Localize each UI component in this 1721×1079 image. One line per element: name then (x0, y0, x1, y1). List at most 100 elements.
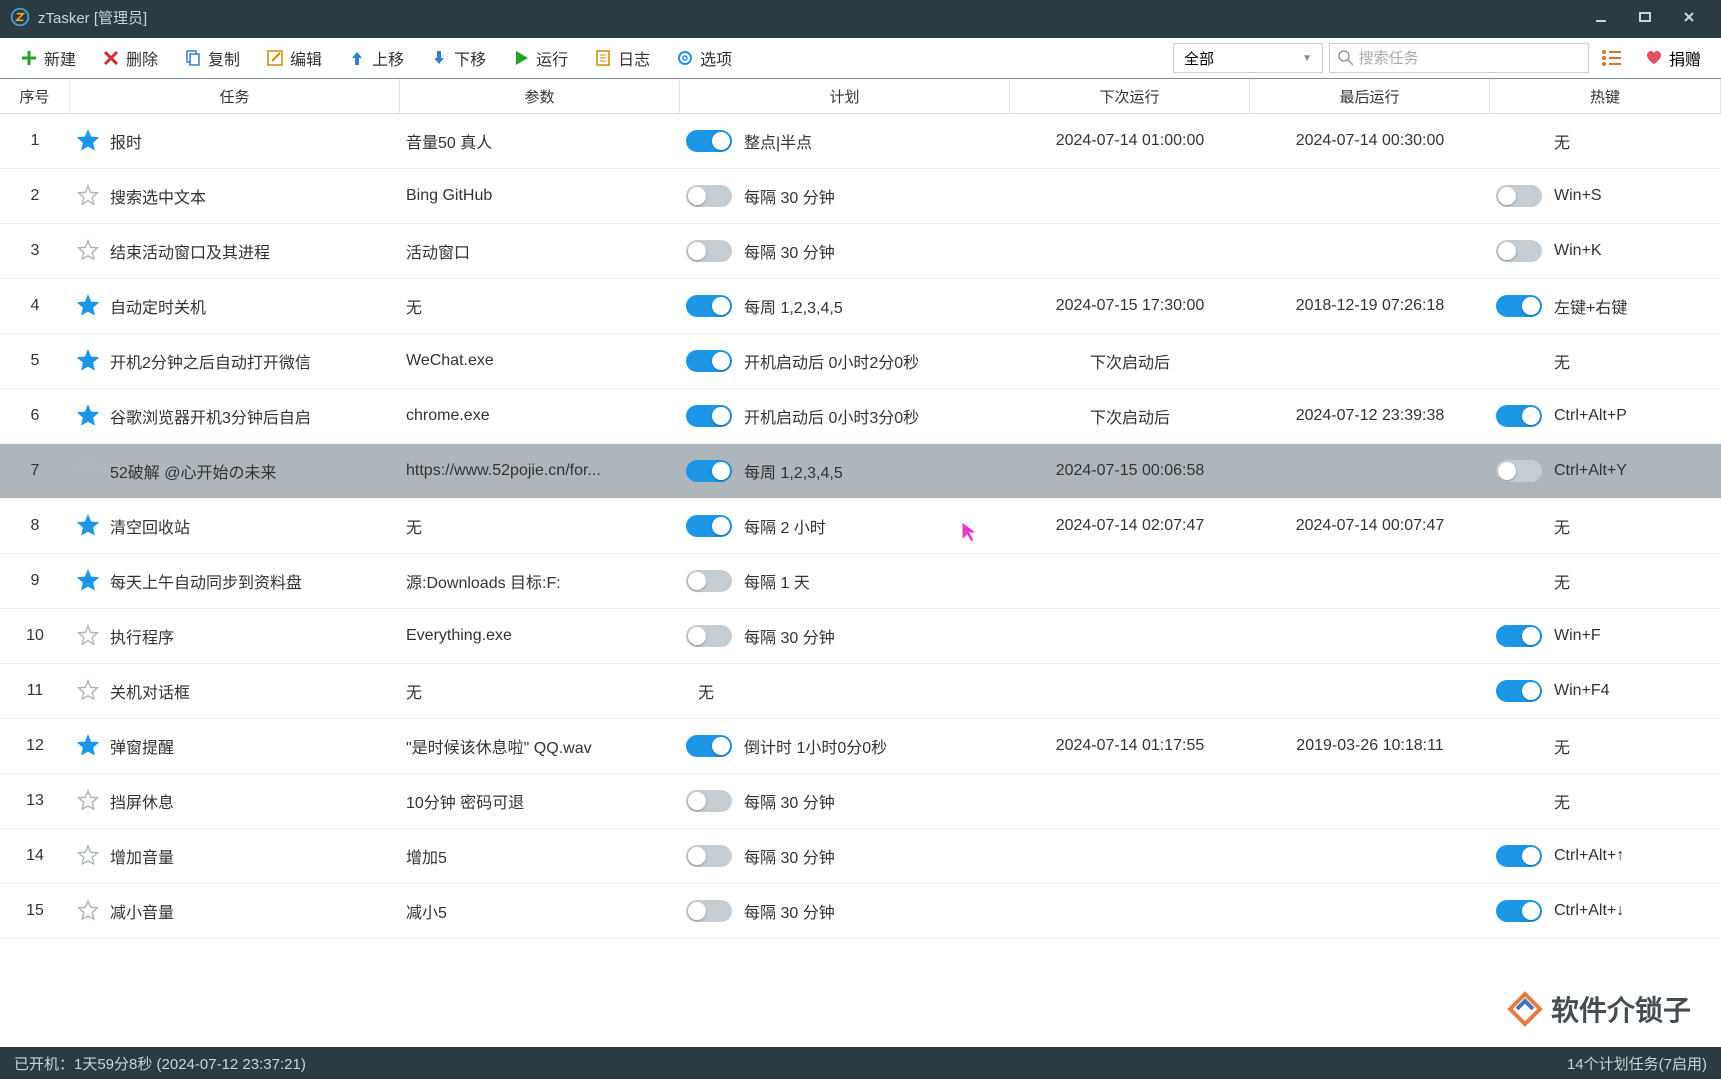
table-row[interactable]: 2搜索选中文本Bing GitHub每隔 30 分钟Win+S (0, 169, 1721, 224)
toggle-switch[interactable] (686, 350, 732, 372)
task-name: 每天上午自动同步到资料盘 (110, 569, 302, 593)
star-icon[interactable] (76, 514, 100, 538)
toggle-switch[interactable] (1496, 845, 1542, 867)
next-run (1010, 609, 1250, 663)
toggle-switch[interactable] (686, 405, 732, 427)
star-icon[interactable] (76, 734, 100, 758)
plan-text: 整点|半点 (744, 129, 812, 153)
table-row[interactable]: 3结束活动窗口及其进程活动窗口每隔 30 分钟Win+K (0, 224, 1721, 279)
copy-button[interactable]: 复制 (174, 42, 250, 74)
row-index: 10 (0, 609, 70, 663)
table-row[interactable]: 752破解 @心开始の未来https://www.52pojie.cn/for.… (0, 444, 1721, 499)
options-button[interactable]: 选项 (666, 42, 742, 74)
movedown-button[interactable]: 下移 (420, 42, 496, 74)
star-icon[interactable] (76, 459, 100, 483)
toggle-switch[interactable] (686, 130, 732, 152)
close-button[interactable] (1667, 3, 1711, 31)
toggle-switch[interactable] (1496, 185, 1542, 207)
plan-text: 每隔 30 分钟 (744, 184, 835, 208)
star-icon[interactable] (76, 294, 100, 318)
toggle-switch[interactable] (686, 185, 732, 207)
run-button[interactable]: 运行 (502, 42, 578, 74)
last-run (1250, 664, 1490, 718)
star-icon[interactable] (76, 404, 100, 428)
table-row[interactable]: 13挡屏休息10分钟 密码可退每隔 30 分钟无 (0, 774, 1721, 829)
toggle-switch[interactable] (1496, 680, 1542, 702)
chevron-down-icon: ▼ (1302, 53, 1312, 64)
table-row[interactable]: 8清空回收站无每隔 2 小时2024-07-14 02:07:472024-07… (0, 499, 1721, 554)
star-icon[interactable] (76, 349, 100, 373)
table-row[interactable]: 11关机对话框无无Win+F4 (0, 664, 1721, 719)
star-icon[interactable] (76, 679, 100, 703)
hotkey-text: Win+K (1554, 242, 1602, 260)
x-icon (102, 49, 120, 67)
toggle-switch[interactable] (1496, 240, 1542, 262)
star-icon[interactable] (76, 899, 100, 923)
star-icon[interactable] (76, 844, 100, 868)
list-view-button[interactable] (1595, 43, 1629, 73)
task-name: 搜索选中文本 (110, 184, 206, 208)
filter-dropdown[interactable]: 全部▼ (1173, 43, 1323, 73)
star-icon[interactable] (76, 129, 100, 153)
moveup-button[interactable]: 上移 (338, 42, 414, 74)
table-row[interactable]: 10执行程序Everything.exe每隔 30 分钟Win+F (0, 609, 1721, 664)
star-icon[interactable] (76, 184, 100, 208)
toggle-switch[interactable] (686, 515, 732, 537)
toggle-switch[interactable] (686, 295, 732, 317)
toggle-switch[interactable] (686, 240, 732, 262)
maximize-button[interactable] (1623, 3, 1667, 31)
table-row[interactable]: 4自动定时关机无每周 1,2,3,4,52024-07-15 17:30:002… (0, 279, 1721, 334)
status-count: 14个计划任务(7启用) (1567, 1053, 1707, 1074)
row-index: 8 (0, 499, 70, 553)
toggle-switch[interactable] (686, 625, 732, 647)
toggle-switch[interactable] (1496, 295, 1542, 317)
toggle-switch[interactable] (1496, 900, 1542, 922)
new-button[interactable]: 新建 (10, 42, 86, 74)
toggle-switch[interactable] (1496, 460, 1542, 482)
header-hotkey[interactable]: 热键 (1490, 79, 1721, 113)
last-run (1250, 609, 1490, 663)
table-row[interactable]: 6谷歌浏览器开机3分钟后自启chrome.exe开机启动后 0小时3分0秒下次启… (0, 389, 1721, 444)
plan-text: 每隔 30 分钟 (744, 789, 835, 813)
toggle-switch[interactable] (686, 900, 732, 922)
header-task[interactable]: 任务 (70, 79, 400, 113)
table-row[interactable]: 5开机2分钟之后自动打开微信WeChat.exe开机启动后 0小时2分0秒下次启… (0, 334, 1721, 389)
minimize-button[interactable] (1579, 3, 1623, 31)
log-button[interactable]: 日志 (584, 42, 660, 74)
header-next[interactable]: 下次运行 (1010, 79, 1250, 113)
header-index[interactable]: 序号 (0, 79, 70, 113)
column-headers: 序号 任务 参数 计划 下次运行 最后运行 热键 (0, 78, 1721, 114)
plan-text: 每隔 30 分钟 (744, 624, 835, 648)
header-last[interactable]: 最后运行 (1250, 79, 1490, 113)
header-param[interactable]: 参数 (400, 79, 680, 113)
heart-icon (1645, 49, 1663, 67)
toggle-switch[interactable] (1496, 405, 1542, 427)
last-run (1250, 334, 1490, 388)
table-row[interactable]: 15减小音量减小5每隔 30 分钟Ctrl+Alt+↓ (0, 884, 1721, 939)
star-icon[interactable] (76, 239, 100, 263)
donate-button[interactable]: 捐赠 (1635, 42, 1711, 74)
table-row[interactable]: 12弹窗提醒"是时候该休息啦" QQ.wav倒计时 1小时0分0秒2024-07… (0, 719, 1721, 774)
table-row[interactable]: 14增加音量增加5每隔 30 分钟Ctrl+Alt+↑ (0, 829, 1721, 884)
header-plan[interactable]: 计划 (680, 79, 1010, 113)
next-run: 下次启动后 (1010, 389, 1250, 443)
next-run: 2024-07-14 02:07:47 (1010, 499, 1250, 553)
hotkey-text: 无 (1554, 569, 1570, 593)
hotkey-text: Ctrl+Alt+P (1554, 407, 1627, 425)
table-row[interactable]: 9每天上午自动同步到资料盘源:Downloads 目标:F:每隔 1 天无 (0, 554, 1721, 609)
toggle-switch[interactable] (686, 460, 732, 482)
delete-button[interactable]: 删除 (92, 42, 168, 74)
toggle-switch[interactable] (1496, 625, 1542, 647)
star-icon[interactable] (76, 624, 100, 648)
table-row[interactable]: 1报时音量50 真人整点|半点2024-07-14 01:00:002024-0… (0, 114, 1721, 169)
toggle-switch[interactable] (686, 790, 732, 812)
edit-button[interactable]: 编辑 (256, 42, 332, 74)
star-icon[interactable] (76, 569, 100, 593)
toggle-switch[interactable] (686, 845, 732, 867)
toggle-switch[interactable] (686, 735, 732, 757)
toggle-switch[interactable] (686, 570, 732, 592)
star-icon[interactable] (76, 789, 100, 813)
arrow-up-icon (348, 49, 366, 67)
search-input[interactable] (1359, 50, 1580, 67)
search-box[interactable] (1329, 43, 1589, 73)
